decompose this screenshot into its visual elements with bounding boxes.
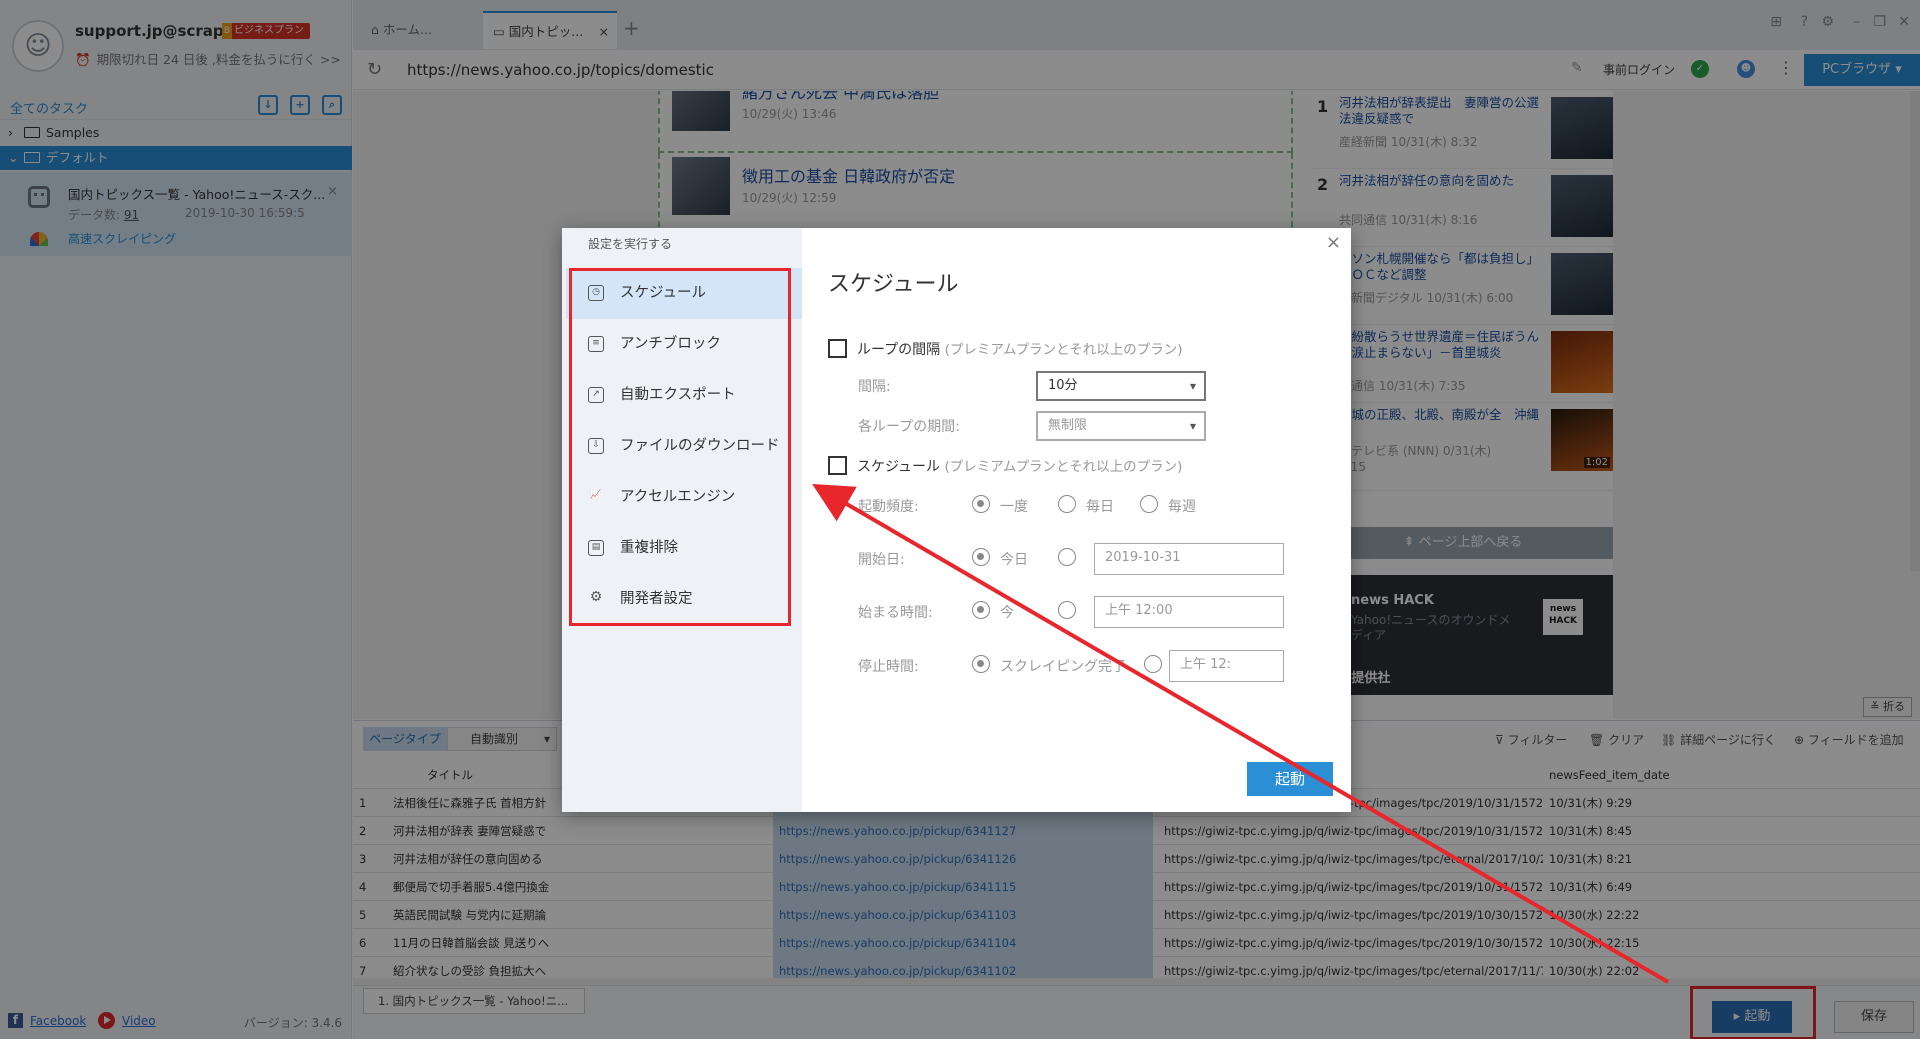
start-date-today-label: 今日: [1000, 552, 1028, 568]
start-date-label: 開始日:: [858, 552, 905, 568]
loop-interval-row: ループの間隔 (プレミアムプランとそれ以上のプラン): [857, 338, 1183, 359]
frequency-daily-label: 毎日: [1086, 499, 1114, 515]
loop-interval-checkbox[interactable]: [828, 339, 847, 358]
frequency-daily-radio[interactable]: [1058, 495, 1076, 513]
start-time-custom-radio[interactable]: [1058, 601, 1076, 619]
stop-time-complete-label: スクレイピング完了: [1000, 659, 1126, 675]
start-date-input[interactable]: 2019-10-31: [1094, 543, 1284, 575]
loop-period-select[interactable]: 無制限: [1036, 411, 1206, 441]
schedule-label: スケジュール: [857, 459, 941, 475]
loop-interval-label: ループの間隔: [857, 342, 941, 358]
frequency-once-radio[interactable]: [972, 495, 990, 513]
settings-nav: 設定を実行する ◷ スケジュール ≡ アンチブロック ↗ 自動エクスポート ⇩ ファイル…: [562, 228, 802, 812]
frequency-weekly-label: 毎週: [1168, 499, 1196, 515]
loop-interval-note: (プレミアムプランとそれ以上のプラン): [944, 342, 1183, 358]
start-time-now-label: 今: [1000, 605, 1014, 621]
interval-label: 間隔:: [858, 379, 891, 395]
stop-time-complete-radio[interactable]: [972, 655, 990, 673]
frequency-once-label: 一度: [1000, 499, 1028, 515]
schedule-checkbox[interactable]: [828, 456, 847, 475]
stop-time-label: 停止時間:: [858, 659, 919, 675]
close-icon[interactable]: ×: [1326, 232, 1341, 253]
schedule-settings: × スケジュール ループの間隔 (プレミアムプランとそれ以上のプラン) 間隔: …: [802, 228, 1351, 812]
start-date-today-radio[interactable]: [972, 548, 990, 566]
loop-period-label: 各ループの期間:: [858, 419, 960, 435]
start-time-now-radio[interactable]: [972, 601, 990, 619]
run-settings-dialog: 設定を実行する ◷ スケジュール ≡ アンチブロック ↗ 自動エクスポート ⇩ ファイル…: [562, 228, 1351, 812]
dialog-header: 設定を実行する: [588, 237, 673, 251]
start-time-label: 始まる時間:: [858, 605, 933, 621]
schedule-row: スケジュール (プレミアムプランとそれ以上のプラン): [857, 455, 1182, 476]
interval-select[interactable]: 10分: [1036, 371, 1206, 401]
dialog-title: スケジュール: [828, 272, 959, 297]
stop-time-input[interactable]: 上午 12:: [1169, 650, 1284, 682]
dialog-start-button[interactable]: 起動: [1247, 762, 1333, 796]
start-time-input[interactable]: 上午 12:00: [1094, 596, 1284, 628]
frequency-weekly-radio[interactable]: [1140, 495, 1158, 513]
schedule-note: (プレミアムプランとそれ以上のプラン): [944, 459, 1183, 475]
start-date-custom-radio[interactable]: [1058, 548, 1076, 566]
frequency-label: 起動頻度:: [858, 499, 919, 515]
stop-time-custom-radio[interactable]: [1144, 655, 1162, 673]
nav-highlight-box: [569, 268, 791, 626]
